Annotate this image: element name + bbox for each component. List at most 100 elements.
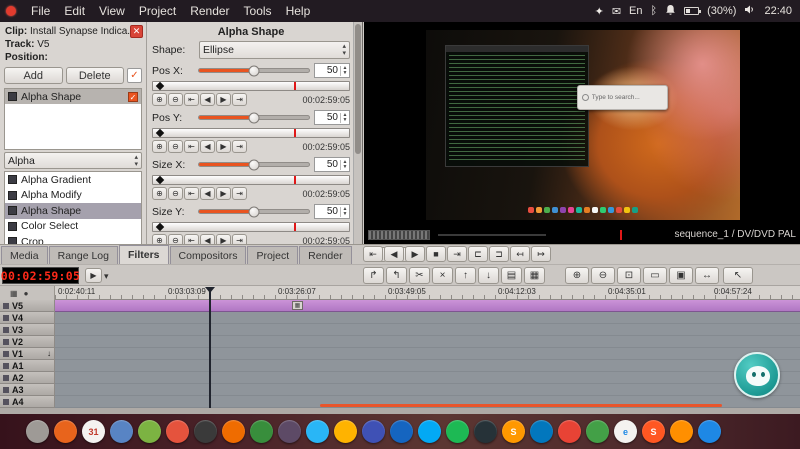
track-head-a1[interactable]: A1 xyxy=(0,360,55,372)
track-head-v5[interactable]: V5 xyxy=(0,300,55,312)
prev-keyframe-button[interactable]: ◀ xyxy=(200,140,215,153)
tab-compositors[interactable]: Compositors xyxy=(170,246,247,264)
prev-frame-button[interactable]: ◀ xyxy=(384,246,404,262)
spinner-arrows-icon[interactable]: ▲▼ xyxy=(340,160,349,170)
dock-icon-ubuntu-software[interactable] xyxy=(222,420,245,443)
lane-a1[interactable] xyxy=(55,360,800,372)
monitor-scrollbar[interactable] xyxy=(368,230,430,240)
first-keyframe-button[interactable]: ⇤ xyxy=(184,187,199,200)
close-filter-editor-button[interactable]: ✕ xyxy=(130,25,143,38)
first-keyframe-button[interactable]: ⇤ xyxy=(184,140,199,153)
keyframe-diamond-icon[interactable] xyxy=(156,176,164,184)
track-head-v1[interactable]: V1↓ xyxy=(0,348,55,360)
to-mark-in-button[interactable]: ↤ xyxy=(510,246,530,262)
dock-icon-terminal[interactable] xyxy=(194,420,217,443)
scrollbar-thumb[interactable] xyxy=(355,24,361,154)
keyframe-diamond-icon[interactable] xyxy=(156,129,164,137)
volume-icon[interactable] xyxy=(744,4,756,18)
keyboard-layout-indicator[interactable]: En xyxy=(629,5,642,17)
timeline-display-icon[interactable]: ▦ xyxy=(10,289,18,298)
play-button[interactable]: ▶ xyxy=(405,246,425,262)
timeline-play-button[interactable]: ▶ xyxy=(85,268,102,283)
filter-option-selected[interactable]: Alpha Shape xyxy=(5,203,141,219)
menu-render[interactable]: Render xyxy=(183,0,236,22)
dock-icon-vscode[interactable] xyxy=(530,420,553,443)
lane-v3[interactable] xyxy=(55,324,800,336)
position-playhead[interactable] xyxy=(620,230,622,240)
range-overwrite-button[interactable]: ▤ xyxy=(501,267,522,284)
timeline-lanes[interactable]: ▦ xyxy=(55,300,800,408)
filter-group-select[interactable]: Alpha ▴▾ xyxy=(4,152,142,169)
pos-x-keyframe-strip[interactable] xyxy=(152,81,350,91)
filter-browser-list[interactable]: Alpha Gradient Alpha Modify Alpha Shape … xyxy=(4,171,142,249)
dock-icon-skype[interactable] xyxy=(418,420,441,443)
overwrite-button[interactable]: ↓ xyxy=(478,267,499,284)
dock-icon-recorder[interactable] xyxy=(166,420,189,443)
lane-v4[interactable] xyxy=(55,312,800,324)
dock-icon-files[interactable] xyxy=(26,420,49,443)
range-tool-button[interactable]: ▣ xyxy=(669,267,693,284)
dock-icon-firefox[interactable] xyxy=(54,420,77,443)
tab-filters[interactable]: Filters xyxy=(119,245,169,264)
filter-stack-item[interactable]: Alpha Shape ✓ xyxy=(5,89,141,104)
keyframe-diamond-icon[interactable] xyxy=(156,223,164,231)
dock-icon-thunderbird[interactable] xyxy=(390,420,413,443)
messages-icon[interactable]: ✉ xyxy=(612,5,621,18)
zoom-out-button[interactable]: ⊖ xyxy=(591,267,615,284)
dock-icon-settings[interactable] xyxy=(278,420,301,443)
next-keyframe-button[interactable]: ▶ xyxy=(216,140,231,153)
dock-icon-amber-app[interactable] xyxy=(334,420,357,443)
dock-icon-chrome[interactable] xyxy=(558,420,581,443)
tab-media[interactable]: Media xyxy=(1,246,48,264)
pos-x-slider[interactable] xyxy=(198,68,310,73)
slider-handle[interactable] xyxy=(249,65,260,76)
last-keyframe-button[interactable]: ⇥ xyxy=(232,93,247,106)
last-keyframe-button[interactable]: ⇥ xyxy=(232,140,247,153)
slider-handle[interactable] xyxy=(249,206,260,217)
lane-v5-clip[interactable]: ▦ xyxy=(55,300,800,312)
cut-button[interactable]: ✂ xyxy=(409,267,430,284)
dock-icon-spotify[interactable] xyxy=(446,420,469,443)
toggle-filters-button[interactable]: ✓ xyxy=(127,68,142,83)
size-y-keyframe-strip[interactable] xyxy=(152,222,350,232)
go-start-button[interactable]: ⇤ xyxy=(363,246,383,262)
delete-filter-button[interactable]: Delete xyxy=(66,67,125,84)
prev-keyframe-button[interactable]: ◀ xyxy=(200,187,215,200)
dock-icon-sublime[interactable]: S xyxy=(502,420,525,443)
filter-stack-list[interactable]: Alpha Shape ✓ xyxy=(4,88,142,150)
append-button[interactable]: ↰ xyxy=(386,267,407,284)
last-keyframe-button[interactable]: ⇥ xyxy=(232,187,247,200)
filter-option[interactable]: Alpha Modify xyxy=(5,188,141,204)
timeline-playhead[interactable] xyxy=(209,287,211,408)
tab-project[interactable]: Project xyxy=(247,246,298,264)
size-x-slider[interactable] xyxy=(198,162,310,167)
mark-in-button[interactable]: ⊏ xyxy=(468,246,488,262)
delete-keyframe-button[interactable]: ⊖ xyxy=(168,93,183,106)
size-y-spinner[interactable]: 50▲▼ xyxy=(314,204,350,219)
go-end-button[interactable]: ⇥ xyxy=(447,246,467,262)
spinner-arrows-icon[interactable]: ▲▼ xyxy=(340,66,349,76)
next-keyframe-button[interactable]: ▶ xyxy=(216,93,231,106)
track-head-a4[interactable]: A4 xyxy=(0,396,55,408)
spinner-arrows-icon[interactable]: ▲▼ xyxy=(340,207,349,217)
slider-handle[interactable] xyxy=(249,112,260,123)
add-keyframe-button[interactable]: ⊕ xyxy=(152,187,167,200)
delete-keyframe-button[interactable]: ⊖ xyxy=(168,187,183,200)
spinner-arrows-icon[interactable]: ▲▼ xyxy=(340,113,349,123)
dock-icon-indigo-app[interactable] xyxy=(362,420,385,443)
menu-edit[interactable]: Edit xyxy=(57,0,92,22)
mark-out-button[interactable]: ⊐ xyxy=(489,246,509,262)
move-tool-button[interactable]: ↔ xyxy=(695,267,719,284)
delete-keyframe-button[interactable]: ⊖ xyxy=(168,140,183,153)
box-tool-button[interactable]: ▭ xyxy=(643,267,667,284)
dock-icon-package[interactable] xyxy=(250,420,273,443)
timeline-menu-icon[interactable]: ▾ xyxy=(104,271,109,282)
add-keyframe-button[interactable]: ⊕ xyxy=(152,93,167,106)
zoom-fit-button[interactable]: ⊡ xyxy=(617,267,641,284)
keyframe-diamond-icon[interactable] xyxy=(156,82,164,90)
dock-icon-steam[interactable] xyxy=(474,420,497,443)
track-head-v3[interactable]: V3 xyxy=(0,324,55,336)
pos-y-slider[interactable] xyxy=(198,115,310,120)
indicator-icon[interactable]: ✦ xyxy=(595,5,604,18)
lane-v2[interactable] xyxy=(55,336,800,348)
